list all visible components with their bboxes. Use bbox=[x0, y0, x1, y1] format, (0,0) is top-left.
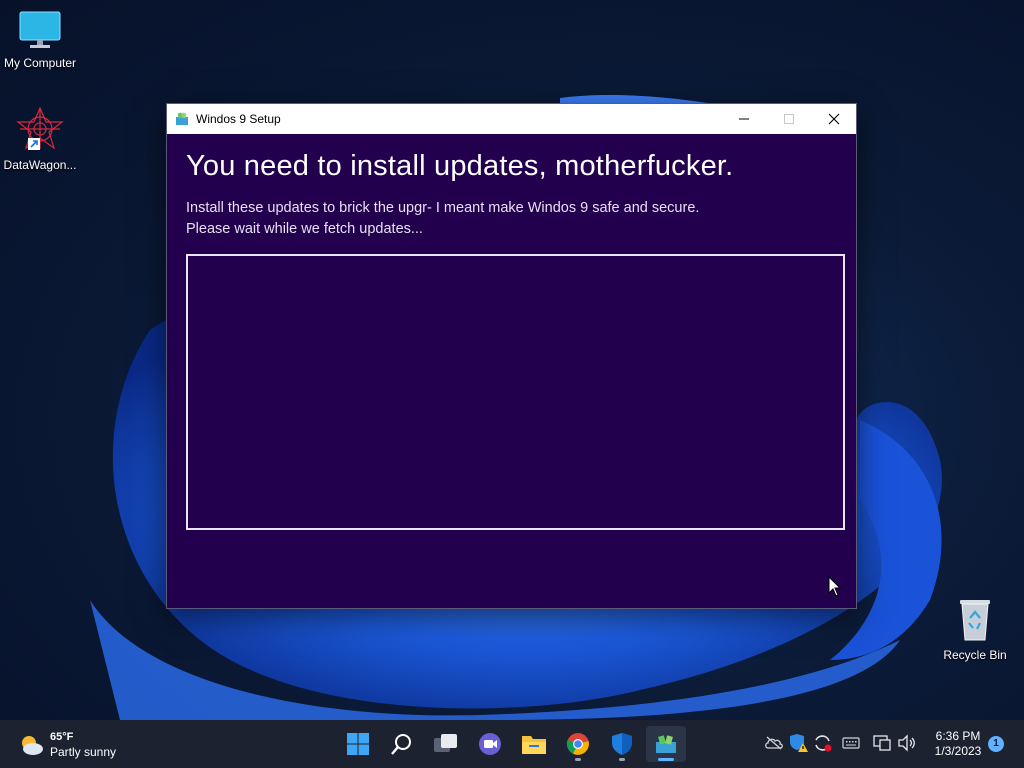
cloud-off-icon bbox=[765, 736, 783, 750]
setup-app-icon bbox=[656, 735, 676, 753]
clock-date: 1/3/2023 bbox=[934, 744, 982, 758]
updates-log-panel bbox=[186, 254, 845, 530]
defender-button[interactable] bbox=[602, 726, 642, 762]
desktop-icon-label: Recycle Bin bbox=[943, 648, 1007, 662]
partly-sunny-icon bbox=[22, 736, 43, 755]
defender-icon bbox=[612, 733, 632, 755]
taskbar-clock[interactable]: 6:36 PM 1/3/2023 bbox=[928, 729, 988, 759]
notification-badge[interactable]: 1 bbox=[988, 736, 1004, 752]
sync-icon bbox=[815, 735, 832, 752]
desktop-icon-label: DataWagon... bbox=[3, 158, 77, 172]
chat-button[interactable] bbox=[470, 726, 510, 762]
search-icon bbox=[391, 734, 411, 755]
mouse-cursor-icon bbox=[828, 576, 842, 597]
start-icon bbox=[347, 733, 369, 755]
desktop-icon-recycle-bin[interactable]: Recycle Bin bbox=[935, 596, 1015, 662]
network-tray[interactable] bbox=[871, 732, 893, 754]
weather-description: Partly sunny bbox=[50, 745, 117, 759]
setup-app-icon bbox=[176, 112, 188, 125]
chrome-icon bbox=[566, 733, 589, 755]
network-icon bbox=[873, 735, 891, 751]
security-tray[interactable] bbox=[788, 732, 810, 754]
sync-tray[interactable] bbox=[812, 732, 834, 754]
close-button[interactable] bbox=[811, 104, 857, 134]
keyboard-icon bbox=[842, 737, 860, 749]
setup-window: Windos 9 Setup You need to install updat… bbox=[166, 103, 857, 609]
active-indicator bbox=[658, 758, 674, 761]
chrome-button[interactable] bbox=[558, 726, 598, 762]
close-icon bbox=[828, 113, 840, 125]
minimize-icon bbox=[739, 118, 749, 120]
maximize-button bbox=[766, 104, 812, 134]
onedrive-tray[interactable] bbox=[763, 732, 785, 754]
file-explorer-button[interactable] bbox=[514, 726, 554, 762]
search-button[interactable] bbox=[382, 726, 422, 762]
monitor-icon bbox=[19, 11, 61, 48]
weather-temperature: 65°F bbox=[50, 731, 74, 743]
desktop-icon-my-computer[interactable]: My Computer bbox=[0, 10, 80, 70]
setup-status-text: Please wait while we fetch updates... bbox=[186, 221, 423, 237]
minimize-button[interactable] bbox=[721, 104, 767, 134]
datawagon-shortcut-icon bbox=[16, 106, 64, 150]
window-titlebar[interactable]: Windos 9 Setup bbox=[167, 104, 856, 134]
volume-tray[interactable] bbox=[896, 732, 918, 754]
start-button[interactable] bbox=[338, 726, 378, 762]
clock-time: 6:36 PM bbox=[935, 729, 981, 743]
task-view-button[interactable] bbox=[426, 726, 466, 762]
task-view-icon bbox=[434, 734, 457, 752]
maximize-icon bbox=[784, 114, 794, 124]
window-title: Windos 9 Setup bbox=[196, 112, 281, 126]
running-indicator bbox=[575, 758, 581, 761]
weather-widget[interactable]: 65°F Partly sunny bbox=[18, 730, 116, 760]
desktop-icon-datawagon[interactable]: DataWagon... bbox=[0, 106, 80, 172]
setup-heading: You need to install updates, motherfucke… bbox=[186, 150, 734, 182]
setup-taskbar-button[interactable] bbox=[646, 726, 686, 762]
file-explorer-icon bbox=[522, 736, 546, 754]
taskbar: 65°F Partly sunny 6:36 PM 1/3/2023 1 bbox=[0, 720, 1024, 768]
desktop-icon-label: My Computer bbox=[3, 56, 77, 70]
volume-icon bbox=[898, 734, 915, 752]
running-indicator bbox=[619, 758, 625, 761]
chat-icon bbox=[479, 733, 501, 755]
setup-description: Install these updates to brick the upgr-… bbox=[186, 200, 700, 216]
recycle-bin-icon bbox=[960, 600, 990, 641]
keyboard-tray[interactable] bbox=[840, 732, 862, 754]
security-warning-icon bbox=[790, 734, 808, 752]
